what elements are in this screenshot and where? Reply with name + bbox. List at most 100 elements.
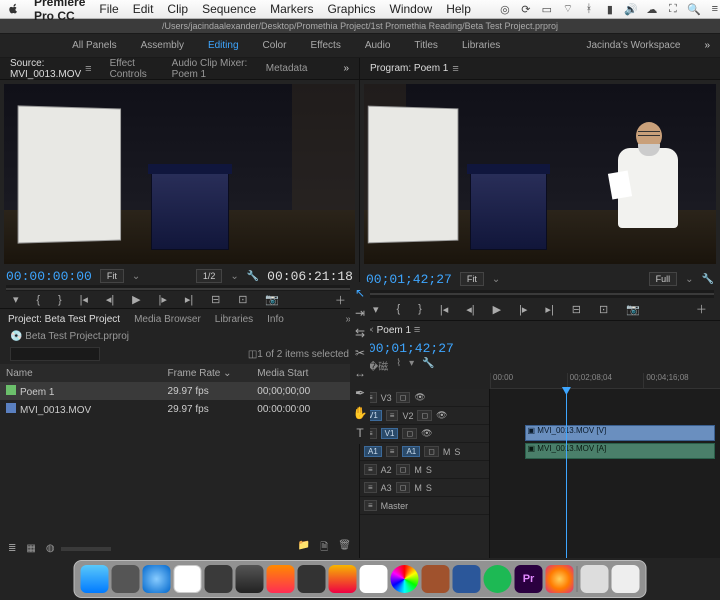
dock-spotify-icon[interactable] (484, 565, 512, 593)
menu-window[interactable]: Window (390, 2, 433, 16)
tab-program[interactable]: Program: Poem 1 ≡ (370, 63, 459, 75)
step-back-icon[interactable]: ◂| (106, 293, 114, 306)
go-out-icon[interactable]: ▸| (545, 303, 553, 316)
dock-app-icon[interactable] (112, 565, 140, 593)
dock-calendar-icon[interactable] (174, 565, 202, 593)
menu-graphics[interactable]: Graphics (327, 2, 375, 16)
add-button-icon[interactable]: ＋ (335, 292, 346, 308)
source-monitor[interactable] (4, 84, 355, 264)
export-frame-icon[interactable]: 📷 (626, 303, 640, 316)
col-mediastart[interactable]: Media Start (251, 368, 359, 379)
source-scrubber[interactable] (6, 285, 353, 291)
tab-info[interactable]: Info (267, 314, 284, 325)
ws-custom[interactable]: Jacinda's Workspace (586, 40, 680, 51)
overwrite-icon[interactable]: ⊡ (238, 293, 247, 306)
out-point-icon[interactable]: } (418, 303, 422, 315)
overflow-icon[interactable]: » (704, 40, 710, 51)
add-button-icon[interactable]: ＋ (696, 301, 707, 317)
freeform-view-icon[interactable]: ◍ (46, 543, 55, 554)
ws-color[interactable]: Color (263, 40, 287, 51)
tab-effect-controls[interactable]: Effect Controls (110, 58, 154, 80)
dock-app-icon[interactable] (298, 565, 326, 593)
menu-edit[interactable]: Edit (133, 2, 154, 16)
program-monitor[interactable] (364, 84, 716, 264)
ws-libraries[interactable]: Libraries (462, 40, 500, 51)
play-icon[interactable]: ▶ (132, 293, 140, 306)
dock-app-icon[interactable] (422, 565, 450, 593)
program-quality[interactable]: Full (649, 272, 678, 286)
display-icon[interactable]: ▭ (541, 3, 553, 15)
audio-clip[interactable]: ▣ MVI_0013.MOV [A] (525, 443, 716, 459)
marker-icon[interactable]: ▾ (13, 293, 19, 306)
wifi-icon[interactable]: ⌔ (562, 3, 574, 15)
menu-clip[interactable]: Clip (167, 2, 188, 16)
timeline-tc[interactable]: 00;01;42;27 (368, 341, 454, 356)
timeline-tab[interactable]: Poem 1 (377, 325, 411, 336)
program-tc[interactable]: 00;01;42;27 (366, 272, 452, 287)
project-filter-input[interactable] (10, 347, 100, 361)
source-tc-in[interactable]: 00:00:00:00 (6, 269, 92, 284)
hand-tool-icon[interactable]: ✋ (353, 406, 368, 420)
menu-file[interactable]: File (99, 2, 118, 16)
menu-sequence[interactable]: Sequence (202, 2, 256, 16)
dock-chrome-icon[interactable] (391, 565, 419, 593)
sync-icon[interactable]: ⟳ (520, 3, 532, 15)
selection-tool-icon[interactable]: ↖ (355, 286, 365, 300)
go-out-icon[interactable]: ▸| (185, 293, 193, 306)
pen-tool-icon[interactable]: ✒ (355, 386, 365, 400)
dock-trash-icon[interactable] (612, 565, 640, 593)
ripple-tool-icon[interactable]: ⇆ (355, 326, 365, 340)
icon-view-icon[interactable]: ▦ (26, 543, 35, 554)
dock-firefox-icon[interactable] (546, 565, 574, 593)
dock-folder-icon[interactable] (581, 565, 609, 593)
dock-safari-icon[interactable] (143, 565, 171, 593)
new-bin-icon[interactable]: 📁 (298, 540, 310, 557)
tab-metadata[interactable]: Metadata (266, 63, 308, 74)
menu-help[interactable]: Help (446, 2, 471, 16)
ws-editing[interactable]: Editing (208, 40, 239, 51)
razor-tool-icon[interactable]: ✂ (355, 346, 365, 360)
in-point-icon[interactable]: { (397, 303, 401, 315)
tab-libraries[interactable]: Libraries (215, 314, 253, 325)
program-scrubber[interactable] (366, 290, 714, 298)
battery-icon[interactable]: ▮ (604, 3, 616, 15)
notification-icon[interactable]: ≡ (709, 3, 720, 15)
search-icon[interactable]: 🔍 (688, 3, 700, 15)
marker-icon[interactable]: ▾ (373, 303, 379, 316)
cloud-icon[interactable]: ☁ (646, 3, 658, 15)
dock-finder-icon[interactable] (81, 565, 109, 593)
slip-tool-icon[interactable]: ↔ (354, 366, 366, 380)
source-resolution[interactable]: 1/2 (196, 269, 223, 283)
new-item-icon[interactable]: 🗎 (320, 540, 328, 557)
panel-menu-icon[interactable]: ≡ (85, 63, 91, 75)
dock-app-icon[interactable] (236, 565, 264, 593)
tab-project[interactable]: Project: Beta Test Project (8, 314, 120, 325)
apple-icon[interactable] (8, 3, 20, 15)
marker-add-icon[interactable]: ▾ (409, 358, 414, 373)
table-row[interactable]: Poem 1 29.97 fps 00;00;00;00 (0, 382, 359, 400)
menu-markers[interactable]: Markers (270, 2, 313, 16)
dock-app-icon[interactable] (205, 565, 233, 593)
settings-icon[interactable]: 🔧 (422, 358, 434, 373)
table-row[interactable]: MVI_0013.MOV 29.97 fps 00:00:00:00 (0, 400, 359, 418)
video-clip[interactable]: ▣ MVI_0013.MOV [V] (525, 425, 716, 441)
fullscreen-icon[interactable]: ⛶ (667, 3, 679, 15)
snap-icon[interactable]: �磁 (368, 358, 388, 373)
dock-app-icon[interactable] (360, 565, 388, 593)
settings-icon[interactable]: 🔧 (247, 271, 259, 282)
dock-itunes-icon[interactable] (329, 565, 357, 593)
insert-icon[interactable]: ⊟ (211, 293, 220, 306)
tab-source[interactable]: Source: MVI_0013.MOV ≡ (10, 58, 92, 80)
ws-all-panels[interactable]: All Panels (72, 40, 116, 51)
type-tool-icon[interactable]: T (356, 426, 363, 440)
tab-audio-mixer[interactable]: Audio Clip Mixer: Poem 1 (172, 58, 248, 80)
ws-effects[interactable]: Effects (310, 40, 340, 51)
program-zoom[interactable]: Fit (460, 272, 484, 286)
col-framerate[interactable]: Frame Rate ⌄ (162, 368, 252, 379)
timeline-ruler[interactable]: 00:00 00;02;08;04 00;04;16;08 (490, 373, 720, 389)
bluetooth-icon[interactable]: ᚼ (583, 3, 595, 15)
dock-premiere-icon[interactable]: Pr (515, 565, 543, 593)
bin-icon[interactable]: ◫ (248, 349, 257, 360)
settings-icon[interactable]: 🔧 (702, 274, 714, 285)
tab-media-browser[interactable]: Media Browser (134, 314, 201, 325)
